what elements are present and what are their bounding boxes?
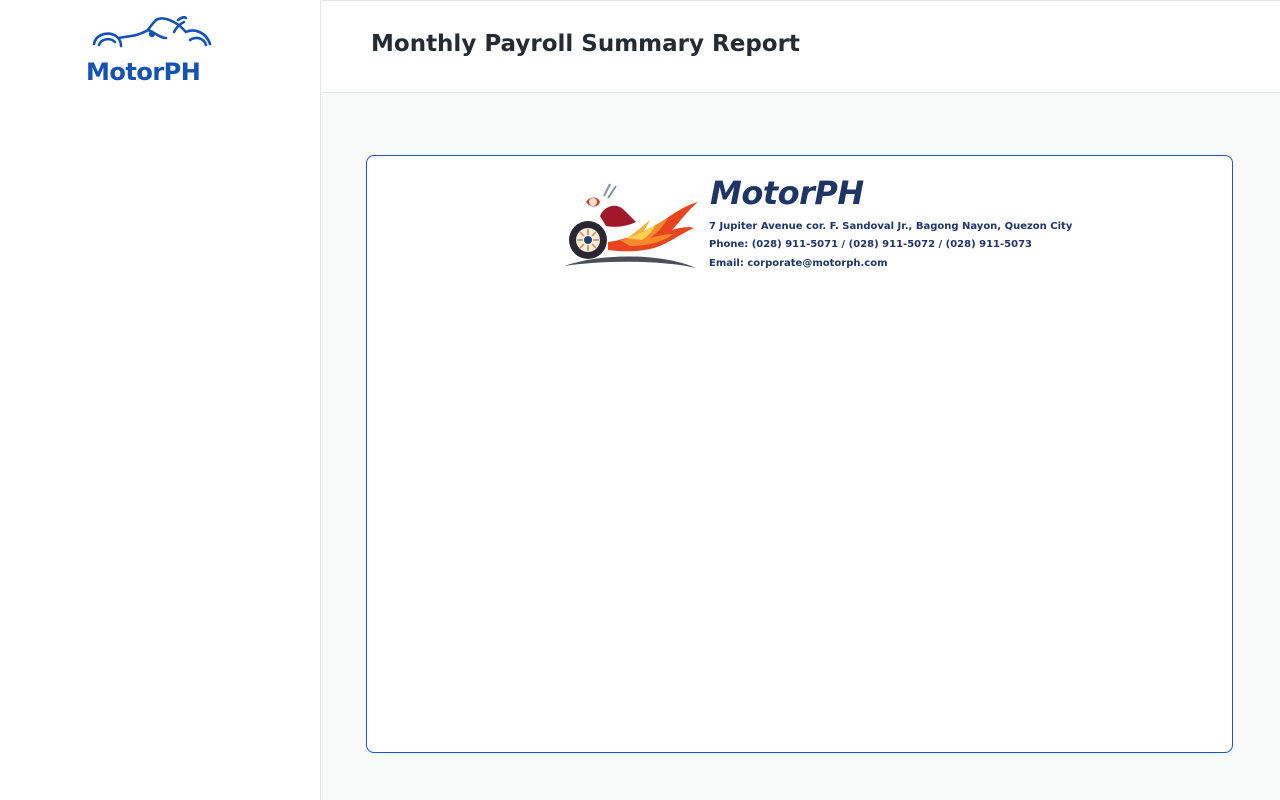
sidebar-logo-text: MotorPH [86,58,201,86]
letterhead-address: 7 Jupiter Avenue cor. F. Sandoval Jr., B… [709,221,1073,232]
report-card: MotorPH 7 Jupiter Avenue cor. F. Sandova… [366,155,1233,753]
flaming-motorcycle-icon [564,183,698,268]
motorcycle-icon [92,15,212,48]
letterhead-email: Email: corporate@motorph.com [709,258,888,269]
letterhead: MotorPH 7 Jupiter Avenue cor. F. Sandova… [564,174,1072,273]
main-content: MotorPH 7 Jupiter Avenue cor. F. Sandova… [322,93,1280,800]
header: Monthly Payroll Summary Report [322,0,1280,93]
letterhead-company-name: MotorPH [710,174,864,212]
page-title: Monthly Payroll Summary Report [371,31,800,57]
letterhead-phone: Phone: (028) 911-5071 / (028) 911-5072 /… [709,239,1032,250]
sidebar-logo[interactable]: MotorPH [86,14,216,88]
sidebar: MotorPH [0,0,321,800]
